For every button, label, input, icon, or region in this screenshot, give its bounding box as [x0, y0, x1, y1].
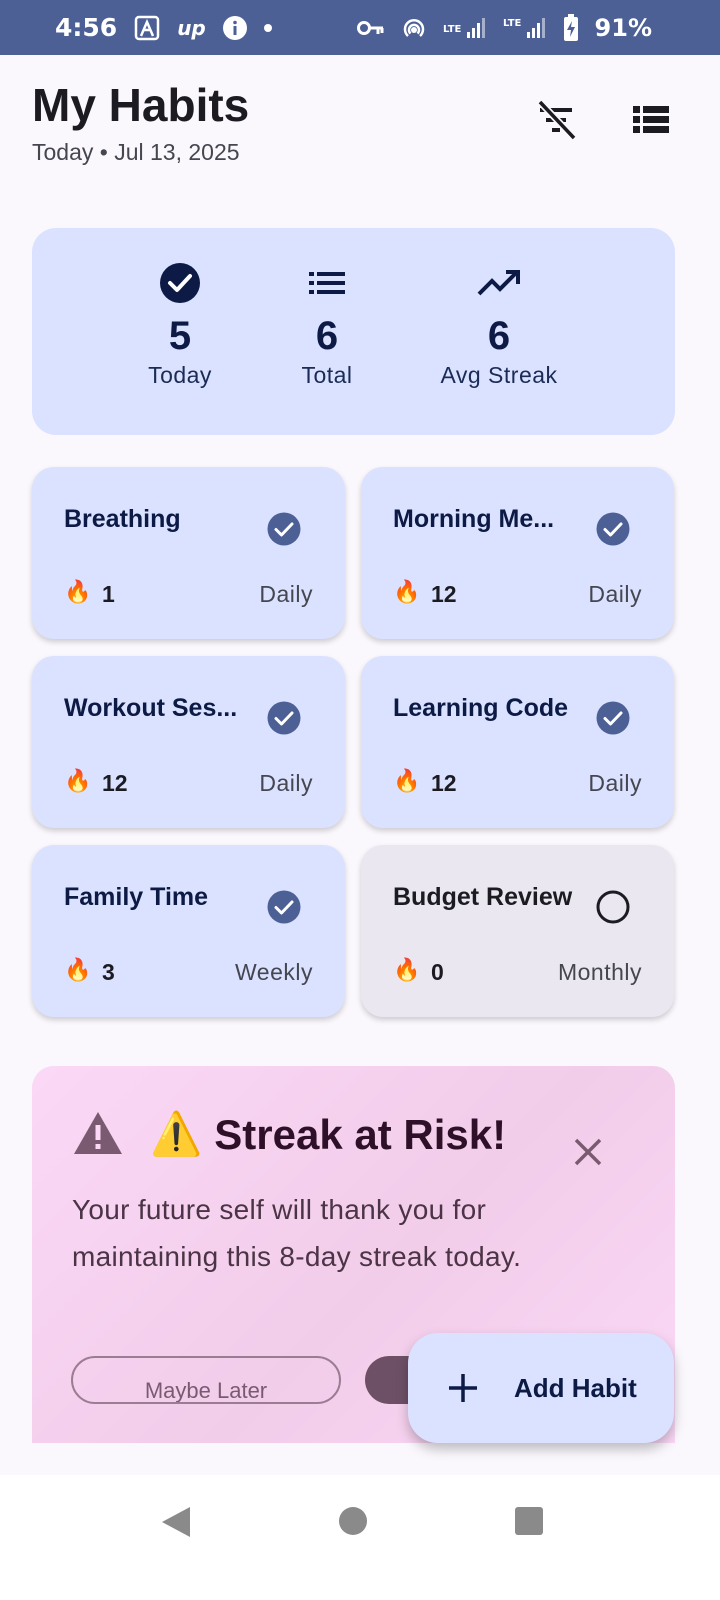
list-icon [308, 262, 346, 304]
hotspot-icon [401, 15, 427, 41]
habit-name: Breathing [64, 505, 181, 533]
check-circle-icon[interactable] [267, 890, 301, 924]
stat-total: 6 Total [247, 228, 407, 435]
view-list-button[interactable] [625, 94, 677, 146]
check-circle-icon[interactable] [267, 512, 301, 546]
status-time: 4:56 [55, 13, 118, 42]
page-subtitle: Today • Jul 13, 2025 [32, 139, 240, 165]
page-title: My Habits [32, 79, 250, 131]
check-circle-icon [159, 262, 201, 304]
habit-streak: 12 [431, 770, 457, 796]
fire-icon: 🔥 [393, 957, 421, 982]
habit-frequency: Weekly [235, 959, 313, 985]
empty-circle-icon[interactable] [596, 890, 630, 924]
stat-value: 6 [315, 314, 339, 358]
stats-card: 5 Today 6 Total 6 Avg Streak [32, 228, 675, 435]
back-icon[interactable] [160, 1505, 192, 1539]
system-nav-bar [0, 1475, 720, 1600]
habit-streak: 12 [431, 581, 457, 607]
habit-streak: 3 [102, 959, 115, 985]
stat-label: Today [148, 362, 212, 388]
habit-name: Family Time [64, 883, 209, 911]
check-circle-icon[interactable] [596, 512, 630, 546]
filter-off-button[interactable] [530, 94, 582, 146]
habit-card-workout[interactable]: Workout Ses... 🔥 12 Daily [32, 656, 345, 828]
info-icon [222, 15, 248, 41]
habit-card-learning[interactable]: Learning Code 🔥 12 Daily [361, 656, 674, 828]
filter-off-icon [537, 99, 577, 141]
habit-streak: 0 [431, 959, 444, 985]
stat-value: 5 [168, 314, 192, 358]
stat-today: 5 Today [100, 228, 260, 435]
home-icon[interactable] [338, 1506, 368, 1536]
warning-icon [74, 1112, 122, 1154]
close-button[interactable] [568, 1132, 608, 1172]
warning-emoji-icon: ⚠️ [150, 1110, 203, 1157]
habit-frequency: Monthly [557, 959, 642, 985]
stat-label: Avg Streak [440, 362, 558, 388]
lte-signal-icon: LTE [443, 16, 487, 40]
fire-icon: 🔥 [393, 579, 421, 604]
habit-frequency: Daily [259, 581, 313, 607]
status-right: LTE LTE 91% [356, 13, 652, 42]
alert-title-text: Streak at Risk! [214, 1110, 507, 1158]
lte-signal-icon: LTE [503, 16, 547, 40]
habit-card-morning[interactable]: Morning Me... 🔥 12 Daily [361, 467, 674, 639]
fire-icon: 🔥 [64, 957, 92, 982]
habit-name: Learning Code [393, 694, 569, 722]
fire-icon: 🔥 [64, 768, 92, 793]
svg-text:LTE: LTE [443, 24, 462, 35]
recents-icon[interactable] [514, 1506, 544, 1536]
habit-streak: 12 [102, 770, 128, 796]
fire-icon: 🔥 [393, 768, 421, 793]
close-icon [574, 1138, 602, 1166]
habit-card-breathing[interactable]: Breathing 🔥 1 Daily [32, 467, 345, 639]
check-circle-icon[interactable] [596, 701, 630, 735]
view-list-icon [633, 106, 669, 133]
habit-card-family[interactable]: Family Time 🔥 3 Weekly [32, 845, 345, 1017]
rider-icon [133, 14, 161, 42]
add-habit-button[interactable]: Add Habit [408, 1333, 674, 1443]
trending-up-icon [477, 262, 521, 304]
alert-title: ⚠️ Streak at Risk! [150, 1110, 506, 1159]
plus-icon [449, 1374, 477, 1402]
habit-frequency: Daily [588, 770, 642, 796]
vpn-key-icon [356, 19, 385, 37]
habit-card-budget[interactable]: Budget Review 🔥 0 Monthly [361, 845, 674, 1017]
battery-charging-icon [563, 13, 579, 42]
habit-name: Budget Review [393, 883, 573, 911]
habit-name: Morning Me... [393, 505, 555, 533]
check-circle-icon[interactable] [267, 701, 301, 735]
stat-value: 6 [487, 314, 511, 358]
habit-name: Workout Ses... [64, 694, 238, 722]
stat-label: Total [301, 362, 353, 388]
status-bar: 4:56 up LTE LTE 91% [0, 0, 720, 55]
fire-icon: 🔥 [64, 579, 92, 604]
alert-message: Your future self will thank you for main… [72, 1194, 522, 1272]
habit-streak: 1 [102, 581, 115, 607]
svg-text:LTE: LTE [503, 18, 522, 29]
habit-frequency: Daily [259, 770, 313, 796]
dot-icon [263, 23, 272, 32]
up-icon: up [177, 15, 206, 40]
battery-percent: 91% [594, 13, 652, 42]
maybe-later-button[interactable]: Maybe Later [71, 1356, 341, 1404]
status-left: 4:56 up [55, 13, 272, 42]
stat-avg-streak: 6 Avg Streak [419, 228, 579, 435]
add-habit-label: Add Habit [514, 1372, 637, 1403]
habit-frequency: Daily [588, 581, 642, 607]
maybe-later-label: Maybe Later [144, 1378, 268, 1403]
